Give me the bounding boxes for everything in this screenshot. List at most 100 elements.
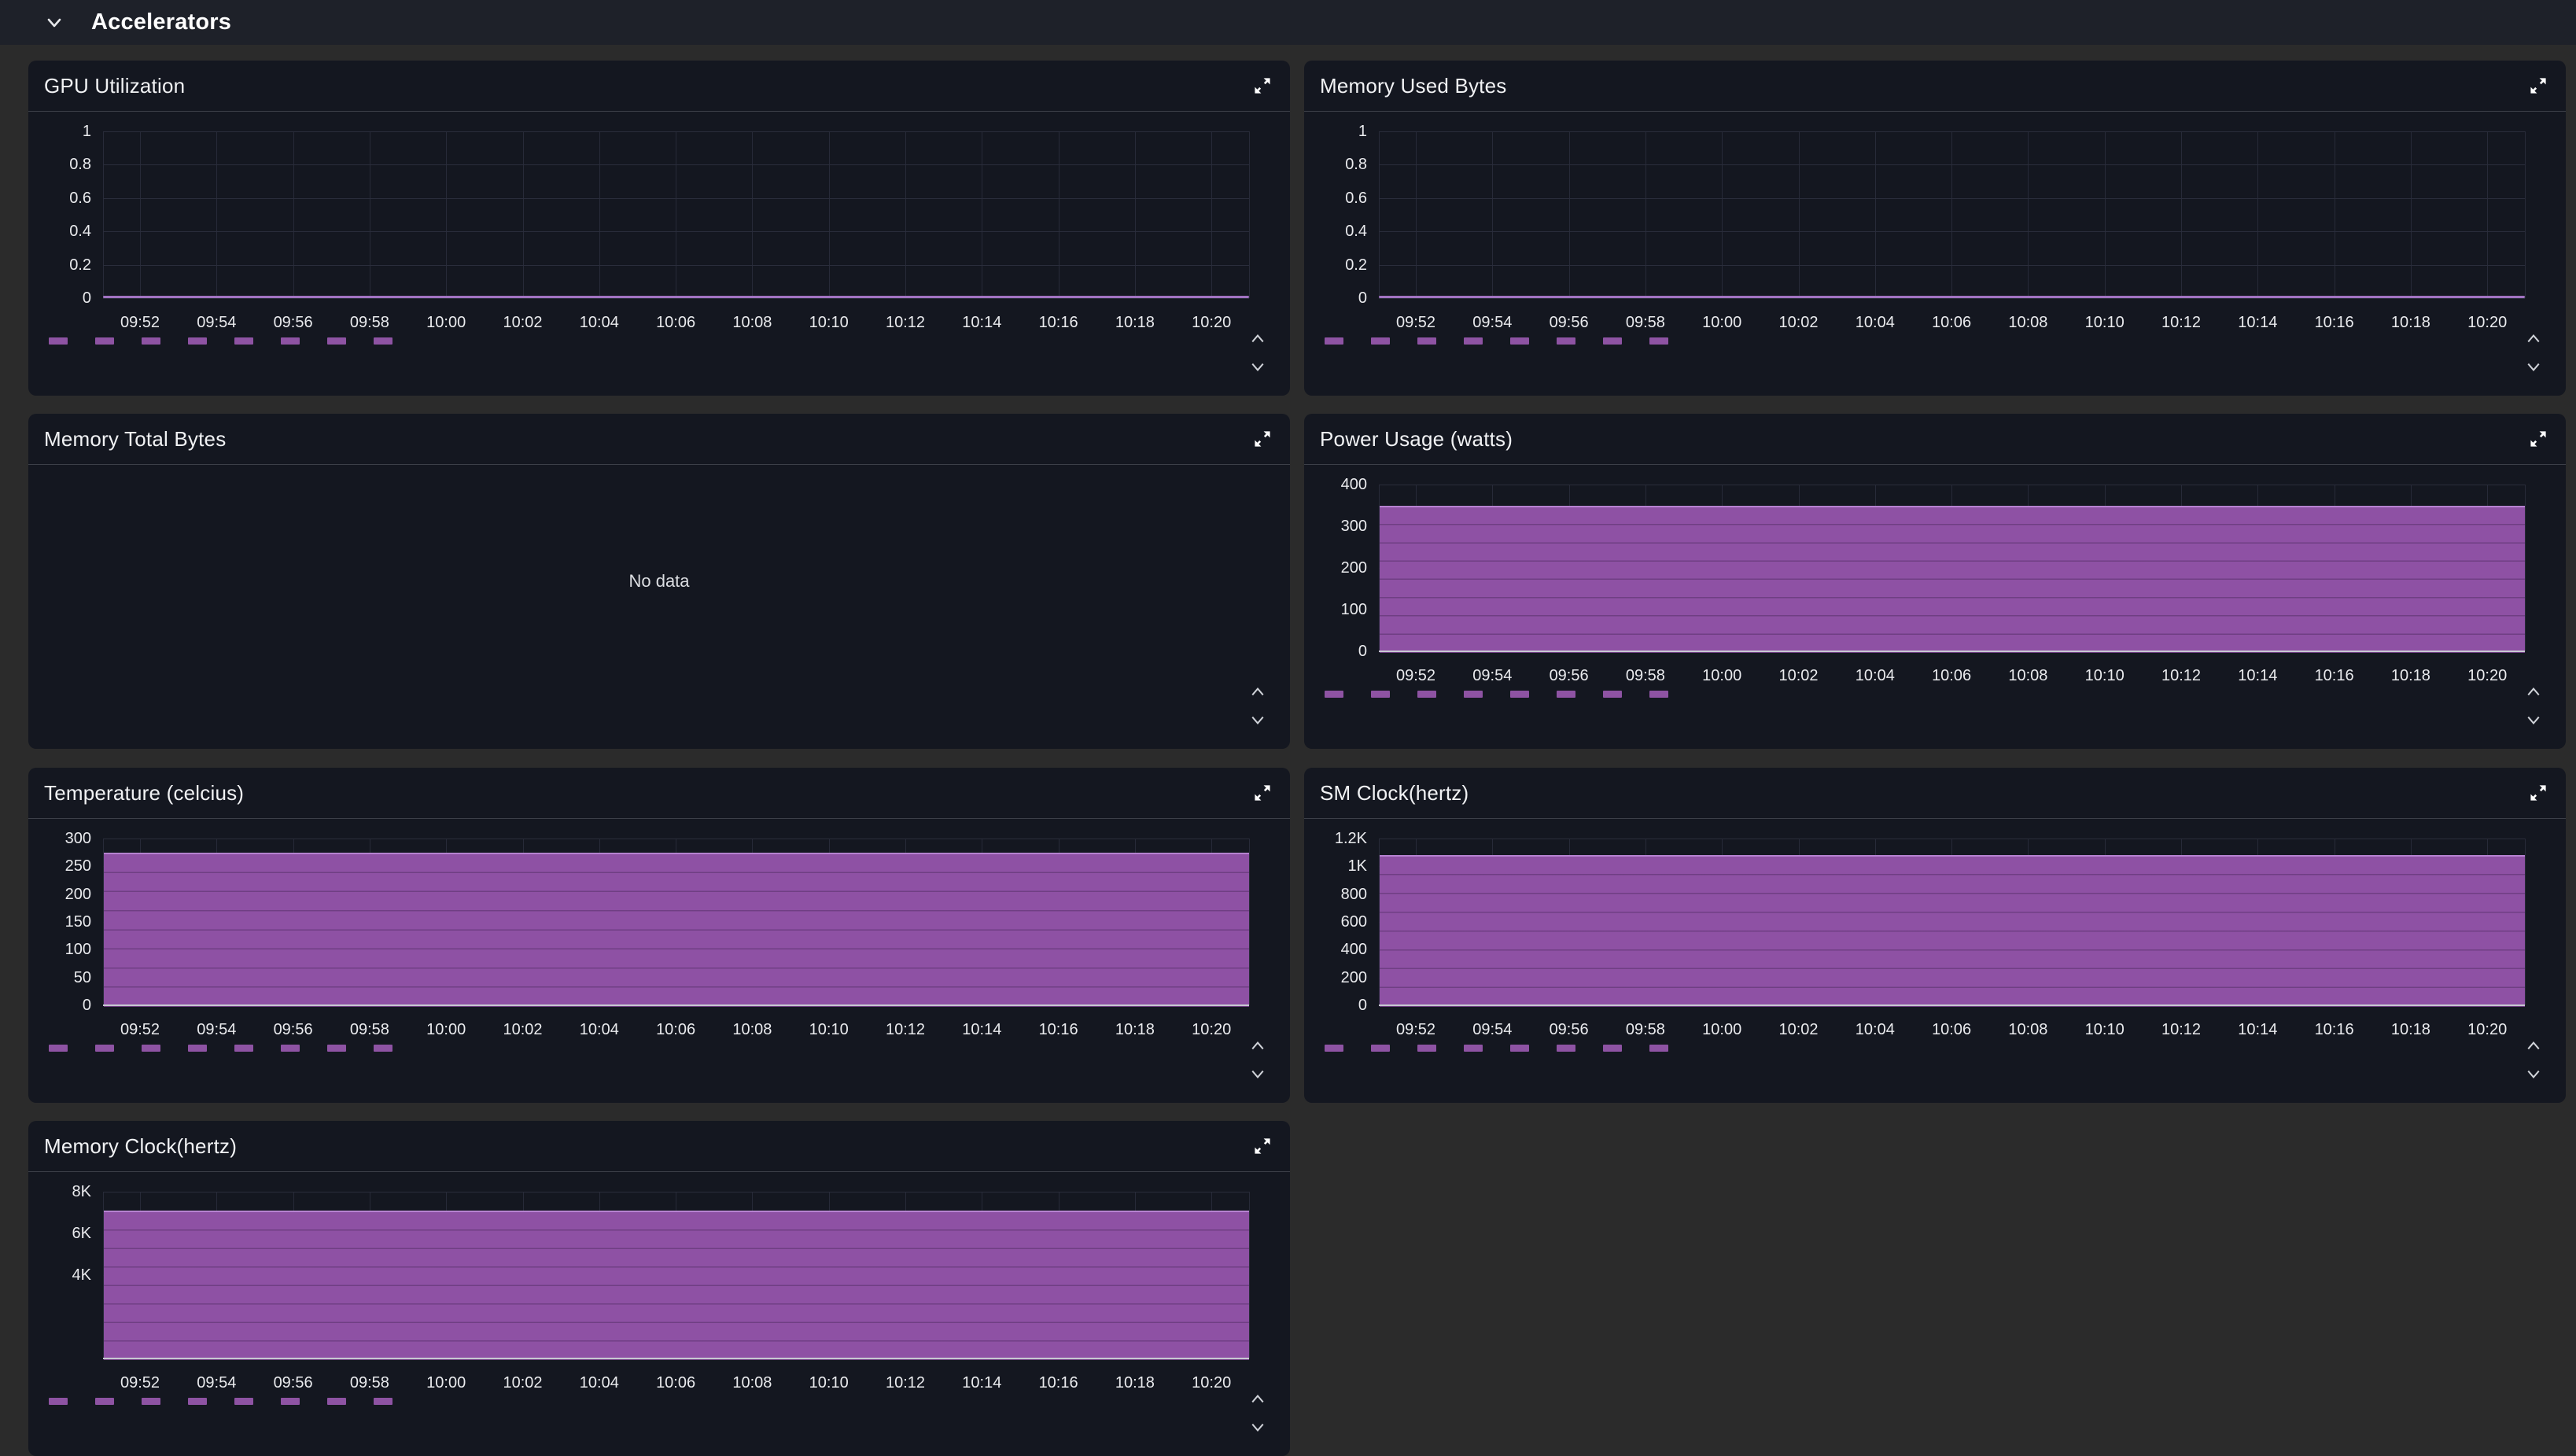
accelerators-section-header[interactable]: Accelerators — [0, 0, 2576, 45]
expand-arrows-icon[interactable] — [2526, 74, 2550, 98]
legend-series-dash[interactable] — [1325, 1045, 1343, 1052]
gridline-vertical — [2525, 485, 2526, 651]
x-axis-tick-label: 10:14 — [2220, 666, 2295, 685]
legend-series-dash[interactable] — [1371, 1045, 1390, 1052]
legend-scroll-down-button[interactable] — [1246, 358, 1270, 378]
legend-scroll-down-button[interactable] — [1246, 1065, 1270, 1086]
y-axis-tick-label: 0.8 — [28, 155, 91, 174]
legend-series-dash[interactable] — [1557, 691, 1575, 698]
expand-arrows-icon[interactable] — [1251, 427, 1274, 451]
legend-series-dash[interactable] — [1371, 337, 1390, 345]
legend-series-dash[interactable] — [188, 1398, 207, 1405]
legend-series-dash[interactable] — [95, 1398, 114, 1405]
legend-series-dash[interactable] — [234, 1045, 253, 1052]
x-axis-tick-label: 09:52 — [1378, 1020, 1454, 1039]
legend-series-dash[interactable] — [281, 337, 300, 345]
legend-series-dash[interactable] — [1371, 691, 1390, 698]
legend-scroll-up-button[interactable] — [1246, 683, 1270, 703]
legend-series-dash[interactable] — [1464, 1045, 1483, 1052]
legend-series-dash[interactable] — [234, 337, 253, 345]
legend-scroll-down-button[interactable] — [2522, 711, 2545, 732]
legend-series-dash[interactable] — [1464, 691, 1483, 698]
panel-sm-clock: 1.2K1K800600400200009:5209:5409:5609:581… — [1304, 768, 2566, 1103]
legend-series-dash[interactable] — [1603, 337, 1622, 345]
legend-scroll-up-button[interactable] — [2522, 1037, 2545, 1057]
legend-series-dash[interactable] — [1649, 1045, 1668, 1052]
gridline-vertical — [1249, 131, 1250, 298]
expand-arrows-icon[interactable] — [1251, 1134, 1274, 1158]
legend-series-dash[interactable] — [49, 1398, 68, 1405]
expand-arrows-icon[interactable] — [1251, 781, 1274, 805]
legend-series-dash[interactable] — [327, 337, 346, 345]
legend-series-dash[interactable] — [1464, 337, 1483, 345]
x-axis-tick-label: 10:08 — [714, 313, 790, 332]
x-axis-tick-label: 10:12 — [868, 313, 943, 332]
x-axis-tick-label: 10:08 — [1990, 666, 2066, 685]
gridline-vertical — [2181, 131, 2182, 298]
legend-series-dash[interactable] — [1417, 691, 1436, 698]
expand-arrows-icon[interactable] — [1251, 74, 1274, 98]
gridline-vertical — [1416, 131, 1417, 298]
legend-series-dash[interactable] — [281, 1045, 300, 1052]
x-axis-tick-label: 10:10 — [2067, 1020, 2143, 1039]
legend-scroll-up-button[interactable] — [1246, 1390, 1270, 1410]
gridline-horizontal — [1379, 131, 2525, 132]
legend-series-dash[interactable] — [188, 337, 207, 345]
legend-series-dash[interactable] — [1510, 691, 1529, 698]
legend-series-dash[interactable] — [49, 1045, 68, 1052]
legend-series-dash[interactable] — [1649, 337, 1668, 345]
panel-header: Memory Used Bytes — [1304, 61, 2566, 112]
legend-series-dash[interactable] — [374, 1398, 392, 1405]
legend-series-dash[interactable] — [1510, 337, 1529, 345]
legend-series-dash[interactable] — [1603, 691, 1622, 698]
x-axis-tick-label: 09:56 — [256, 313, 331, 332]
legend-series-dash[interactable] — [281, 1398, 300, 1405]
legend-scroll-up-button[interactable] — [1246, 1037, 1270, 1057]
legend-series-dash[interactable] — [95, 337, 114, 345]
legend-scroll-up-button[interactable] — [1246, 330, 1270, 350]
legend-series-dash[interactable] — [1649, 691, 1668, 698]
x-axis-tick-label: 10:14 — [944, 1020, 1019, 1039]
legend-series-dash[interactable] — [234, 1398, 253, 1405]
legend-series-dash[interactable] — [1557, 337, 1575, 345]
legend-series-dash[interactable] — [1417, 1045, 1436, 1052]
legend-series-dash[interactable] — [1417, 337, 1436, 345]
legend-series-dash[interactable] — [1557, 1045, 1575, 1052]
gridline-horizontal — [103, 298, 1249, 299]
legend-scroll-up-button[interactable] — [2522, 330, 2545, 350]
gridline-vertical — [1249, 1192, 1250, 1358]
legend-series-dash[interactable] — [95, 1045, 114, 1052]
x-axis-tick-label: 10:02 — [1761, 313, 1837, 332]
expand-arrows-icon[interactable] — [2526, 427, 2550, 451]
legend-scroll-down-button[interactable] — [1246, 1418, 1270, 1439]
legend-scroll-up-button[interactable] — [2522, 683, 2545, 703]
legend-scroll-down-button[interactable] — [2522, 1065, 2545, 1086]
x-axis-tick-label: 09:52 — [102, 1020, 178, 1039]
legend-series-dash[interactable] — [374, 1045, 392, 1052]
legend-series-dash[interactable] — [49, 337, 68, 345]
legend-series-dash[interactable] — [327, 1398, 346, 1405]
legend-series-dash[interactable] — [374, 337, 392, 345]
chevron-down-icon[interactable] — [46, 14, 63, 31]
gridline-vertical — [2487, 131, 2488, 298]
legend-series-dash[interactable] — [1510, 1045, 1529, 1052]
legend-series-dash[interactable] — [1603, 1045, 1622, 1052]
legend-series-dash[interactable] — [188, 1045, 207, 1052]
x-axis-tick-label: 10:12 — [2143, 1020, 2219, 1039]
expand-arrows-icon[interactable] — [2526, 781, 2550, 805]
legend-series-dash[interactable] — [142, 337, 160, 345]
series-line-flat-zero — [1379, 296, 2525, 298]
x-axis-tick-label: 10:10 — [791, 313, 867, 332]
legend-series-dash[interactable] — [142, 1045, 160, 1052]
y-axis-tick-label: 200 — [1304, 558, 1367, 577]
legend-series-dash[interactable] — [327, 1045, 346, 1052]
legend-scroll-down-button[interactable] — [1246, 711, 1270, 732]
y-axis-tick-label: 50 — [28, 968, 91, 987]
legend-series-dash[interactable] — [142, 1398, 160, 1405]
legend-series-dash[interactable] — [1325, 691, 1343, 698]
gridline-horizontal — [1379, 198, 2525, 199]
x-axis-tick-label: 09:52 — [1378, 313, 1454, 332]
legend-series-dash[interactable] — [1325, 337, 1343, 345]
x-axis-tick-label: 10:04 — [1837, 666, 1913, 685]
legend-scroll-down-button[interactable] — [2522, 358, 2545, 378]
